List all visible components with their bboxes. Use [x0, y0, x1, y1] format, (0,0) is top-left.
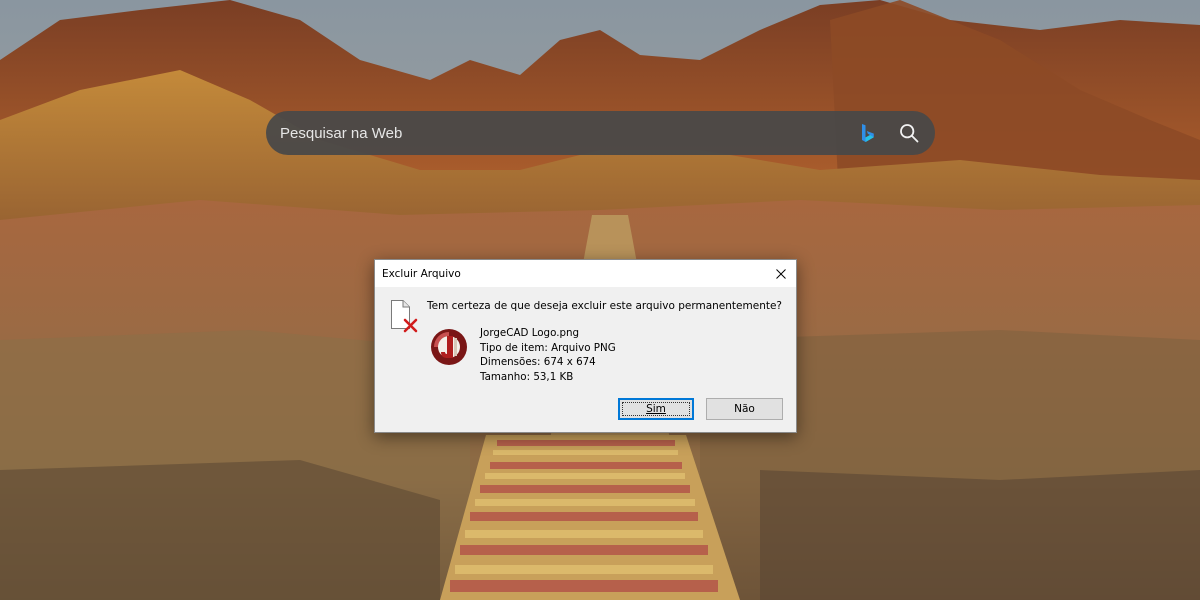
yes-button[interactable]: Sim [618, 398, 694, 420]
file-dimensions: Dimensões: 674 x 674 [480, 356, 596, 368]
yes-button-label: Sim [646, 403, 666, 415]
file-size: Tamanho: 53,1 KB [480, 370, 574, 383]
no-button[interactable]: Não [706, 398, 783, 420]
dialog-titlebar[interactable]: Excluir Arquivo [375, 260, 796, 287]
web-search-bar[interactable] [266, 111, 935, 155]
close-icon [776, 268, 786, 279]
close-button[interactable] [766, 260, 796, 287]
confirmation-question: Tem certeza de que deseja excluir este a… [427, 300, 782, 312]
bing-icon[interactable] [861, 123, 877, 143]
file-name: JorgeCAD Logo.png [480, 327, 580, 339]
file-type: Tipo de item: Arquivo PNG [480, 341, 616, 354]
delete-file-icon [391, 300, 418, 333]
search-input[interactable] [280, 111, 861, 155]
file-details: JorgeCAD Logo.png Tipo de item: Arquivo … [480, 326, 616, 384]
delete-file-dialog: Excluir Arquivo Tem certeza de que desej… [374, 259, 797, 433]
search-icon[interactable] [899, 122, 921, 144]
dialog-title: Excluir Arquivo [382, 267, 461, 280]
no-button-label: Não [734, 403, 755, 415]
file-thumbnail-logo [431, 329, 467, 365]
